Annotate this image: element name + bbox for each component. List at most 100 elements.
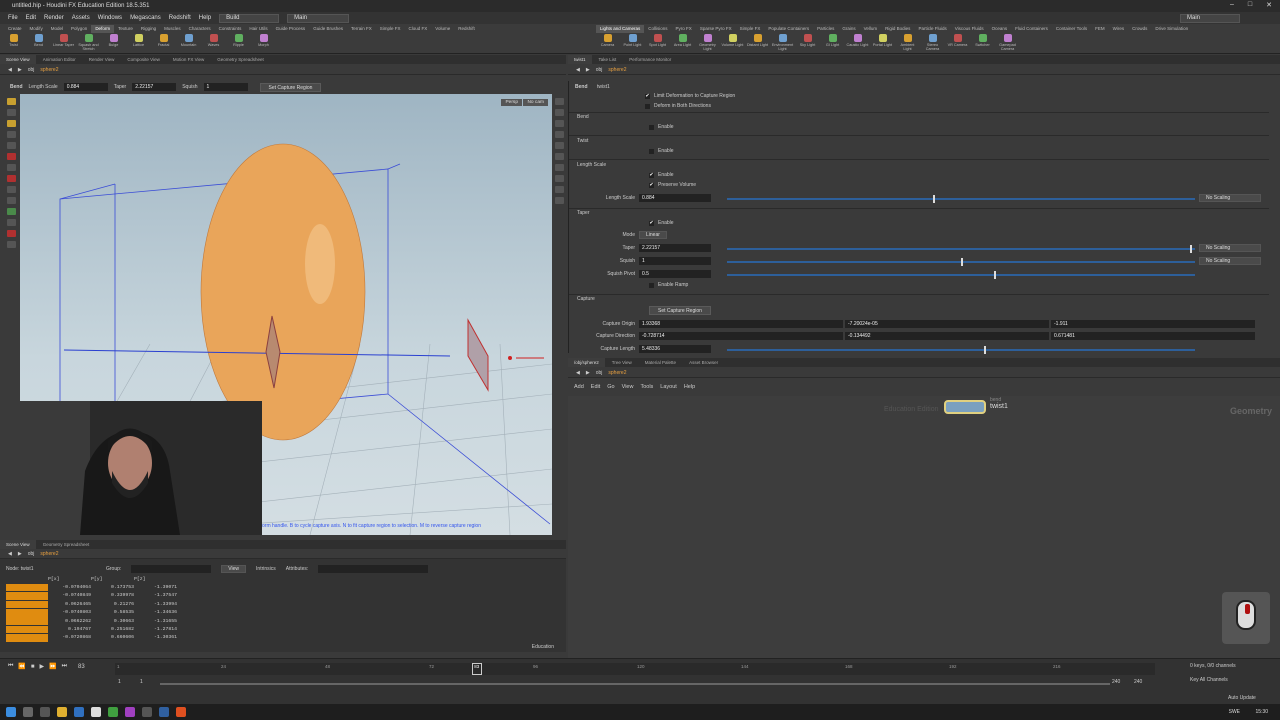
timeline-track[interactable]: 1 24 48 72 96 120 144 168 192 216 83 <box>115 663 1155 675</box>
origin-x[interactable]: 1.93368 <box>639 320 843 328</box>
squish-param-field[interactable]: 1 <box>639 257 711 265</box>
right-tool-12[interactable]: Ambient Light <box>896 34 919 52</box>
back-icon[interactable]: ◀ <box>8 551 12 557</box>
grid-icon[interactable] <box>7 197 16 204</box>
normals-icon[interactable] <box>554 153 564 160</box>
magnet-icon[interactable] <box>7 230 16 237</box>
table-row[interactable]: 0.0626465 0.21276 -1.33994 <box>0 600 566 609</box>
houdini-icon[interactable] <box>176 707 186 717</box>
network-tab-0[interactable]: /obj/sphere2 <box>568 358 605 367</box>
display-icon[interactable] <box>554 98 564 105</box>
lock-icon[interactable] <box>554 109 564 116</box>
clen-slider[interactable] <box>727 349 1195 351</box>
bend-enable-checkbox[interactable] <box>649 124 654 130</box>
deformed-sphere[interactable] <box>200 143 366 441</box>
network-tab-1[interactable]: Tree View <box>606 358 638 367</box>
taskview-icon[interactable] <box>40 707 50 717</box>
length-scale-scaling-menu[interactable]: No Scaling <box>1199 194 1261 202</box>
left-tab-2[interactable]: Model <box>47 25 67 33</box>
right-tool-2[interactable]: Spot Light <box>646 34 669 52</box>
right-tool-0[interactable]: Camera <box>596 34 619 52</box>
left-tab-13[interactable]: Terrain FX <box>347 25 376 33</box>
taper-param-field[interactable]: 2.22157 <box>639 244 711 252</box>
left-tool-1[interactable]: Bend <box>27 34 50 52</box>
guides-icon[interactable] <box>554 186 564 193</box>
table-row[interactable]: -0.0740849 0.339978 -1.37547 <box>0 592 566 600</box>
move-tool-icon[interactable] <box>7 109 16 116</box>
path-sphere2[interactable]: sphere2 <box>40 551 58 557</box>
left-tab-5[interactable]: Texture <box>114 25 137 33</box>
path-obj[interactable]: obj <box>28 67 35 73</box>
right-tool-3[interactable]: Area Light <box>671 34 694 52</box>
stop-icon[interactable]: ■ <box>31 664 35 670</box>
forward-icon[interactable]: ▶ <box>586 370 590 376</box>
menu-windows[interactable]: Windows <box>98 15 122 21</box>
group-field[interactable] <box>131 565 212 573</box>
menu-edit[interactable]: Edit <box>26 15 36 21</box>
prev-key-icon[interactable]: ⏪ <box>18 663 25 670</box>
viewer-tab-3[interactable]: Composite View <box>121 55 165 64</box>
table-row[interactable]: -0.0740803 0.58535 -1.34636 <box>0 609 566 617</box>
tab-scene-view[interactable]: Scene View <box>0 540 36 549</box>
squish-knob[interactable] <box>961 258 963 266</box>
left-tab-17[interactable]: Redshift <box>454 25 479 33</box>
last-frame-icon[interactable]: ⏭ <box>62 663 67 670</box>
left-tool-3[interactable]: Squash and Stretch <box>77 34 100 52</box>
left-tool-4[interactable]: Bulge <box>102 34 125 52</box>
dir-y[interactable]: -0.134492 <box>845 332 1049 340</box>
forward-icon[interactable]: ▶ <box>18 551 22 557</box>
network-tab-3[interactable]: Asset Browser <box>683 358 724 367</box>
back-icon[interactable]: ◀ <box>576 370 580 376</box>
right-tab-10[interactable]: Particle Fluids <box>914 25 950 33</box>
pivot-slider[interactable] <box>727 274 1195 276</box>
viewer-tab-2[interactable]: Render View <box>83 55 121 64</box>
left-tab-12[interactable]: Guide Brushes <box>309 25 347 33</box>
right-tab-13[interactable]: Fluid Containers <box>1011 25 1052 33</box>
handle-icon[interactable] <box>7 142 16 149</box>
explorer-icon[interactable] <box>57 707 67 717</box>
right-tool-1[interactable]: Point Light <box>621 34 644 52</box>
squish-scaling-menu[interactable]: No Scaling <box>1199 257 1261 265</box>
right-tool-5[interactable]: Volume Light <box>721 34 744 52</box>
clen-knob[interactable] <box>984 346 987 354</box>
tab-geometry-spreadsheet[interactable]: Geometry Spreadsheet <box>37 540 96 549</box>
view-menu[interactable]: View <box>221 565 247 573</box>
network-editor[interactable]: Education Edition Geometry bend twist1 <box>568 396 1280 658</box>
table-row[interactable]: 0.0662262 0.30663 -1.31655 <box>0 617 566 625</box>
select-tool-icon[interactable] <box>7 98 16 105</box>
pivot-knob[interactable] <box>993 271 996 279</box>
minimize-icon[interactable]: – <box>1230 1 1234 9</box>
camera-menu[interactable]: No cam <box>523 99 548 106</box>
taper-enable-checkbox[interactable]: ✔ <box>649 220 654 226</box>
left-tool-9[interactable]: Ripple <box>227 34 250 52</box>
left-tab-4[interactable]: Deform <box>91 25 115 33</box>
intrinsics-menu[interactable]: Intrinsics <box>256 566 276 572</box>
forward-icon[interactable]: ▶ <box>18 67 22 73</box>
clen-field[interactable]: 5.48336 <box>639 345 711 353</box>
auto-update[interactable]: Auto Update <box>1228 695 1256 701</box>
path-obj[interactable]: obj <box>28 551 35 557</box>
start-frame[interactable]: 1 <box>118 679 121 685</box>
dir-x[interactable]: -0.728714 <box>639 332 843 340</box>
dir-z[interactable]: 0.671481 <box>1051 332 1255 340</box>
background-icon[interactable] <box>554 175 564 182</box>
both-checkbox[interactable] <box>645 103 650 109</box>
menu-assets[interactable]: Assets <box>72 15 90 21</box>
network-menu-go[interactable]: Go <box>607 384 614 390</box>
taper-slider[interactable] <box>727 248 1195 250</box>
left-tab-0[interactable]: Create <box>4 25 26 33</box>
left-tab-7[interactable]: Muscles <box>160 25 185 33</box>
right-tool-8[interactable]: Sky Light <box>796 34 819 52</box>
params-tab-1[interactable]: Take List <box>593 55 623 64</box>
left-tab-1[interactable]: Modify <box>26 25 47 33</box>
app-icon[interactable] <box>74 707 84 717</box>
render-icon[interactable] <box>7 241 16 248</box>
right-tab-17[interactable]: Crowds <box>1128 25 1151 33</box>
light-icon[interactable] <box>554 164 564 171</box>
origin-y[interactable]: -7.20024e-05 <box>845 320 1049 328</box>
app5-icon[interactable] <box>159 707 169 717</box>
network-menu-tools[interactable]: Tools <box>640 384 653 390</box>
right-tab-1[interactable]: Collisions <box>644 25 671 33</box>
state-icon[interactable] <box>7 208 16 215</box>
right-tab-7[interactable]: Grains <box>838 25 859 33</box>
